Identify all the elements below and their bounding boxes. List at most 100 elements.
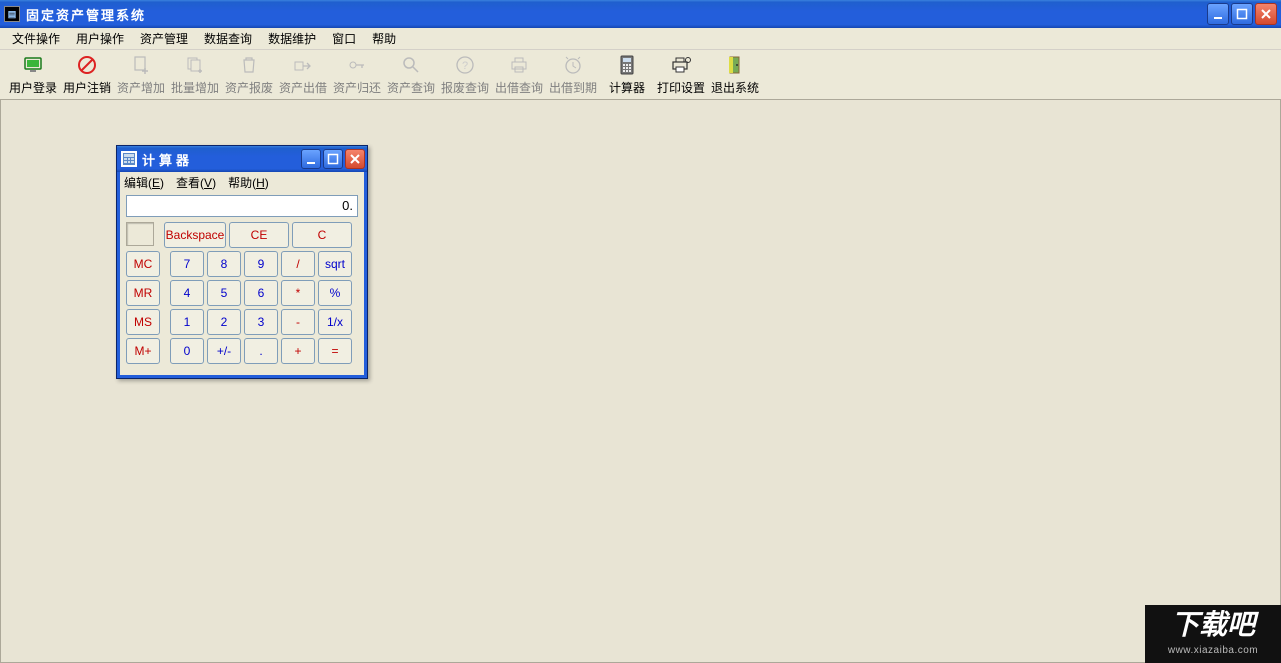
- calc-menu-help[interactable]: 帮助(H): [228, 174, 269, 191]
- calculator-icon: [616, 54, 638, 76]
- exit-icon: [724, 54, 746, 76]
- toolbar-label: 打印设置: [657, 79, 705, 96]
- toolbar-label: 资产增加: [117, 79, 165, 96]
- calc-display: 0.: [126, 195, 358, 217]
- toolbar-label: 出借到期: [549, 79, 597, 96]
- search-icon: [400, 54, 422, 76]
- clock-icon: [562, 54, 584, 76]
- doc-stack-icon: [184, 54, 206, 76]
- calc-6-button[interactable]: 6: [244, 280, 278, 306]
- calc-5-button[interactable]: 5: [207, 280, 241, 306]
- calc-divide-button[interactable]: /: [281, 251, 315, 277]
- toolbar-label: 计算器: [609, 79, 645, 96]
- calc-equals-button[interactable]: =: [318, 338, 352, 364]
- calc-ce-button[interactable]: CE: [229, 222, 289, 248]
- toolbar-label: 资产查询: [387, 79, 435, 96]
- key-in-icon: [346, 54, 368, 76]
- calc-c-button[interactable]: C: [292, 222, 352, 248]
- toolbar-clock-button: 出借到期: [546, 53, 600, 97]
- toolbar-forbid-button[interactable]: 用户注销: [60, 53, 114, 97]
- toolbar-label: 报废查询: [441, 79, 489, 96]
- calc-backspace-button[interactable]: Backspace: [164, 222, 226, 248]
- calc-mc-button[interactable]: MC: [126, 251, 160, 277]
- calc-7-button[interactable]: 7: [170, 251, 204, 277]
- main-maximize-button[interactable]: [1231, 3, 1253, 25]
- calc-mplus-button[interactable]: M+: [126, 338, 160, 364]
- toolbar-lend-out-button: 资产出借: [276, 53, 330, 97]
- calc-memory-indicator: [126, 222, 154, 246]
- doc-plus-icon: [130, 54, 152, 76]
- toolbar-search-button: 资产查询: [384, 53, 438, 97]
- main-titlebar: ▤ 固定资产管理系统: [0, 0, 1281, 28]
- calc-close-button[interactable]: [345, 149, 365, 169]
- toolbar-label: 用户注销: [63, 79, 111, 96]
- toolbar-exit-button[interactable]: 退出系统: [708, 53, 762, 97]
- svg-text:?: ?: [462, 60, 468, 72]
- toolbar-label: 资产出借: [279, 79, 327, 96]
- main-close-button[interactable]: [1255, 3, 1277, 25]
- printer-icon: [508, 54, 530, 76]
- calc-add-button[interactable]: +: [281, 338, 315, 364]
- lend-out-icon: [292, 54, 314, 76]
- main-title: 固定资产管理系统: [26, 5, 1207, 24]
- toolbar-doc-plus-button: 资产增加: [114, 53, 168, 97]
- toolbar-label: 资产报废: [225, 79, 273, 96]
- app-icon: ▤: [4, 6, 20, 22]
- help-icon: ?: [454, 54, 476, 76]
- toolbar-help-button: ? 报废查询: [438, 53, 492, 97]
- calc-titlebar[interactable]: 计算器: [117, 146, 367, 172]
- print-setup-icon: [670, 54, 692, 76]
- calc-menubar: 编辑(E) 查看(V) 帮助(H): [120, 172, 364, 192]
- calc-1-button[interactable]: 1: [170, 309, 204, 335]
- toolbar-print-setup-button[interactable]: 打印设置: [654, 53, 708, 97]
- menu-window[interactable]: 窗口: [324, 28, 364, 49]
- toolbar-monitor-button[interactable]: 用户登录: [6, 53, 60, 97]
- calc-mr-button[interactable]: MR: [126, 280, 160, 306]
- calculator-window: 计算器 编辑(E) 查看(V) 帮助(H) 0.: [116, 145, 368, 379]
- calc-menu-view[interactable]: 查看(V): [176, 174, 216, 191]
- forbid-icon: [76, 54, 98, 76]
- menu-user[interactable]: 用户操作: [68, 28, 132, 49]
- calc-2-button[interactable]: 2: [207, 309, 241, 335]
- calc-minimize-button[interactable]: [301, 149, 321, 169]
- menubar: 文件操作 用户操作 资产管理 数据查询 数据维护 窗口 帮助: [0, 28, 1281, 50]
- calc-menu-edit[interactable]: 编辑(E): [124, 174, 164, 191]
- calc-maximize-button[interactable]: [323, 149, 343, 169]
- toolbar-label: 资产归还: [333, 79, 381, 96]
- calc-multiply-button[interactable]: *: [281, 280, 315, 306]
- main-minimize-button[interactable]: [1207, 3, 1229, 25]
- toolbar-printer-button: 出借查询: [492, 53, 546, 97]
- toolbar-label: 用户登录: [9, 79, 57, 96]
- calc-9-button[interactable]: 9: [244, 251, 278, 277]
- calc-4-button[interactable]: 4: [170, 280, 204, 306]
- calc-0-button[interactable]: 0: [170, 338, 204, 364]
- toolbar-label: 批量增加: [171, 79, 219, 96]
- calc-plusminus-button[interactable]: +/-: [207, 338, 241, 364]
- menu-file[interactable]: 文件操作: [4, 28, 68, 49]
- toolbar-doc-stack-button: 批量增加: [168, 53, 222, 97]
- monitor-icon: [22, 54, 44, 76]
- menu-query[interactable]: 数据查询: [196, 28, 260, 49]
- calc-3-button[interactable]: 3: [244, 309, 278, 335]
- watermark-logo: 下载吧 www.xiazaiba.com: [1145, 605, 1281, 663]
- calc-dot-button[interactable]: .: [244, 338, 278, 364]
- trash-icon: [238, 54, 260, 76]
- calc-8-button[interactable]: 8: [207, 251, 241, 277]
- calc-ms-button[interactable]: MS: [126, 309, 160, 335]
- toolbar-key-in-button: 资产归还: [330, 53, 384, 97]
- toolbar-calculator-button[interactable]: 计算器: [600, 53, 654, 97]
- toolbar-label: 退出系统: [711, 79, 759, 96]
- calc-percent-button[interactable]: %: [318, 280, 352, 306]
- menu-asset[interactable]: 资产管理: [132, 28, 196, 49]
- watermark-url: www.xiazaiba.com: [1145, 645, 1281, 656]
- calc-sqrt-button[interactable]: sqrt: [318, 251, 352, 277]
- watermark-text: 下载吧: [1145, 605, 1281, 645]
- calculator-icon: [121, 151, 137, 167]
- calc-inverse-button[interactable]: 1/x: [318, 309, 352, 335]
- calc-title: 计算器: [142, 150, 301, 169]
- toolbar-trash-button: 资产报废: [222, 53, 276, 97]
- menu-maintain[interactable]: 数据维护: [260, 28, 324, 49]
- calc-subtract-button[interactable]: -: [281, 309, 315, 335]
- client-area: 计算器 编辑(E) 查看(V) 帮助(H) 0.: [0, 100, 1281, 663]
- menu-help[interactable]: 帮助: [364, 28, 404, 49]
